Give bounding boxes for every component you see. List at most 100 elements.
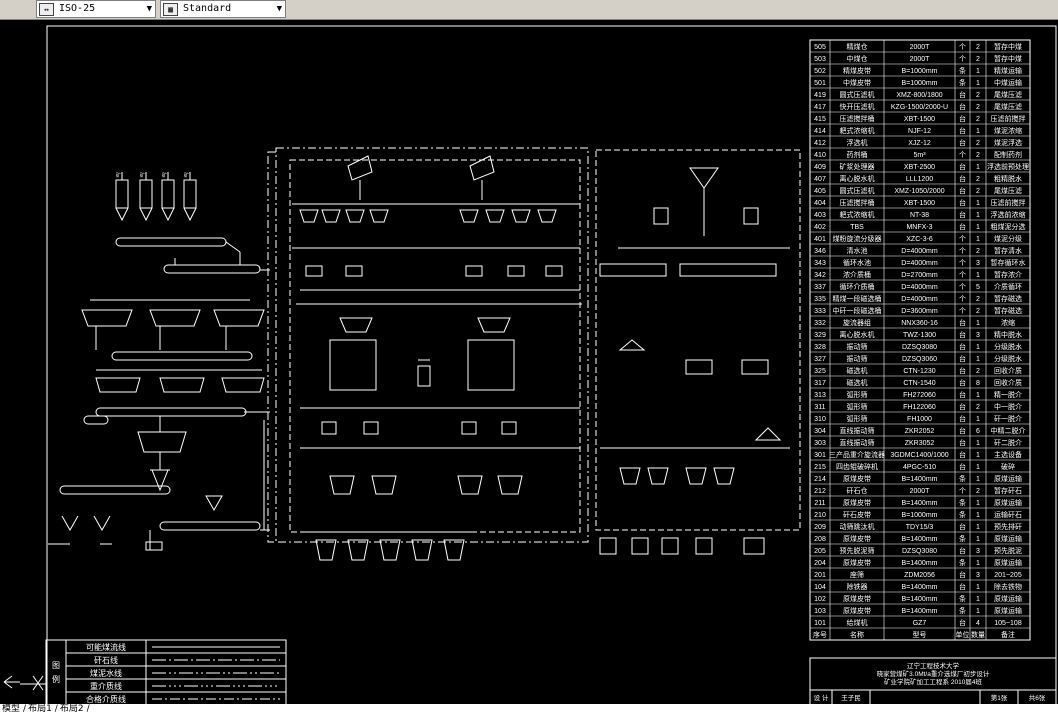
equipment-cell: 2 <box>976 404 980 411</box>
tab-model[interactable]: 模型 <box>0 704 23 714</box>
equipment-cell: 个 <box>959 43 966 51</box>
equipment-row: 303 直线振动筛 ZKR3052 台 1 矸二脱介 <box>814 438 1022 447</box>
equipment-row: 337 循环介质桶 D=4000mm 个 5 介质循环 <box>814 282 1022 291</box>
equipment-cell: 预先排矸 <box>994 522 1022 531</box>
equipment-cell: 精煤皮带 <box>843 66 871 75</box>
equipment-cell: 1 <box>976 272 980 279</box>
equipment-row: 215 四齿辊破碎机 4PGC-510 台 1 破碎 <box>814 462 1015 471</box>
equipment-cell: 1 <box>976 452 980 459</box>
equipment-cell: 个 <box>959 247 966 255</box>
equipment-cell: 精一脱介 <box>994 390 1022 399</box>
table-header-cell: 序号 <box>813 630 827 639</box>
drawing-canvas[interactable]: 可能煤流线 矸石线 煤泥水线 重介质线 合格介质线 图例 505 精煤仓 2000T 个 2 暂存中… <box>0 20 1058 707</box>
equipment-cell: 浮选前预处理 <box>987 162 1029 171</box>
belt-102 <box>163 264 261 274</box>
dimension-style-select[interactable]: ↔ ISO-25 ▼ <box>36 0 156 18</box>
equipment-cell: 201 <box>814 572 826 579</box>
equipment-cell: 振动筛 <box>847 342 868 351</box>
table-style-select[interactable]: ▦ Standard ▼ <box>160 0 286 18</box>
equipment-cell: 暂存磁选 <box>994 294 1022 303</box>
belt-208 <box>95 407 247 417</box>
equipment-row: 329 离心脱水机 TWZ-1300 台 3 精中脱水 <box>814 330 1022 339</box>
equipment-cell: XJZ-12 <box>908 140 931 147</box>
equipment-row: 333 中矸一段磁选桶 D=3600mm 个 2 暂存磁选 <box>814 306 1022 315</box>
equipment-row: 505 精煤仓 2000T 个 2 暂存中煤 <box>814 42 1022 51</box>
equipment-cell: 中煤皮带 <box>843 78 871 87</box>
equipment-cell: 中煤运输 <box>994 78 1022 87</box>
equipment-cell: 1 <box>976 320 980 327</box>
equipment-cell: 预先脱泥 <box>994 546 1022 555</box>
equipment-cell: 浮选前浓缩 <box>991 210 1026 219</box>
equipment-cell: 三产品重介旋流器 <box>829 450 885 459</box>
title-block-text: 辽宁工程技术大学晓家营煤矿3.0Mt/a重介选煤厂初步设计矿业学院矿加工工程系 … <box>814 661 1046 702</box>
equipment-cell: 台 <box>959 354 966 363</box>
equipment-cell: 个 <box>959 55 966 63</box>
table-style-icon: ▦ <box>163 3 178 16</box>
equipment-cell: 离心脱水机 <box>840 330 875 339</box>
equipment-cell: 2000T <box>910 488 931 495</box>
equipment-cell: 3 <box>976 260 980 267</box>
equipment-cell: 条 <box>959 558 966 567</box>
equipment-cell: 原煤皮带 <box>843 606 871 615</box>
equipment-cell: 1 <box>976 524 980 531</box>
equipment-row: 313 弧形筛 FH272060 台 1 精一脱介 <box>814 390 1022 399</box>
equipment-cell: 215 <box>814 464 826 471</box>
equipment-cell: ZKR2052 <box>905 428 935 435</box>
legend-item-label: 重介质线 <box>90 681 122 691</box>
equipment-cell: TDY15/3 <box>906 524 934 531</box>
equipment-cell: 循环介质桶 <box>840 282 875 291</box>
flowsheet-drawing[interactable]: 可能煤流线矸石线煤泥水线重介质线合格介质线 图例 505 精煤仓 2000T 个 2 暂存中… <box>0 20 1058 707</box>
tab-layout2[interactable]: 布局2 <box>58 704 87 714</box>
flotation-412 <box>599 263 667 277</box>
equipment-cell: 中煤仓 <box>847 54 868 63</box>
equipment-cell: CTN-1230 <box>903 368 935 375</box>
equipment-row: 304 直线振动筛 ZKR2052 台 6 中精二脱介 <box>814 426 1025 435</box>
equipment-cell: 原煤运输 <box>994 534 1022 543</box>
equipment-cell: 403 <box>814 212 826 219</box>
equipment-cell: 回收介质 <box>994 378 1022 387</box>
legend-title-char: 例 <box>52 674 60 684</box>
equipment-cell: 328 <box>814 344 826 351</box>
table-header-cell: 型号 <box>913 630 927 639</box>
equipment-cell: 尾煤压滤 <box>994 90 1022 99</box>
equipment-cell: 502 <box>814 68 826 75</box>
bin-label: 矿 <box>140 172 145 179</box>
equipment-cell: 原煤运输 <box>994 606 1022 615</box>
equipment-row: 325 磁选机 CTN-1230 台 2 回收介质 <box>814 366 1022 375</box>
equipment-cell: 台 <box>959 582 966 591</box>
equipment-cell: 346 <box>814 248 826 255</box>
equipment-cell: 除去铁物 <box>994 582 1022 591</box>
equipment-cell: 401 <box>814 236 826 243</box>
equipment-cell: 1 <box>976 596 980 603</box>
equipment-cell: 414 <box>814 128 826 135</box>
chevron-down-icon[interactable]: ▼ <box>147 1 152 17</box>
equipment-cell: 分级脱水 <box>994 354 1022 363</box>
equipment-cell: 2000T <box>910 56 931 63</box>
equipment-cell: DZSQ3060 <box>902 356 937 363</box>
equipment-cell: 台 <box>959 222 966 231</box>
equipment-cell: 磁选机 <box>847 378 868 387</box>
equipment-cell: 2 <box>976 488 980 495</box>
equipment-cell: 圆式压滤机 <box>840 90 875 99</box>
equipment-cell: 预先脱泥筛 <box>840 546 875 555</box>
equipment-cell: 条 <box>959 534 966 543</box>
equipment-cell: 矸石仓 <box>847 486 868 495</box>
equipment-cell: 循环水池 <box>843 258 871 267</box>
equipment-cell: 矸石皮带 <box>843 510 871 519</box>
process-flowsheet <box>48 147 801 561</box>
equipment-cell: 暂存中煤 <box>994 54 1022 63</box>
title-line: 辽宁工程技术大学 <box>907 661 960 670</box>
equipment-row: 405 圆式压滤机 XMZ-1050/2000 台 2 尾煤压滤 <box>814 186 1022 195</box>
equipment-cell: 301 <box>814 452 826 459</box>
equipment-cell: 1 <box>976 464 980 471</box>
equipment-row: 417 快开压滤机 KZG-1500/2000-U 台 2 尾煤压滤 <box>814 102 1022 111</box>
tab-layout1[interactable]: 布局1 <box>26 704 55 714</box>
chevron-down-icon[interactable]: ▼ <box>277 1 282 17</box>
equipment-cell: 101 <box>814 620 826 627</box>
table-header-cell: 单位 <box>956 630 970 639</box>
table-header-cell: 名称 <box>850 630 864 639</box>
equipment-cell: 中精二脱介 <box>991 426 1026 435</box>
equipment-cell: 304 <box>814 428 826 435</box>
equipment-cell: 原煤皮带 <box>843 534 871 543</box>
equipment-cell: 214 <box>814 476 826 483</box>
